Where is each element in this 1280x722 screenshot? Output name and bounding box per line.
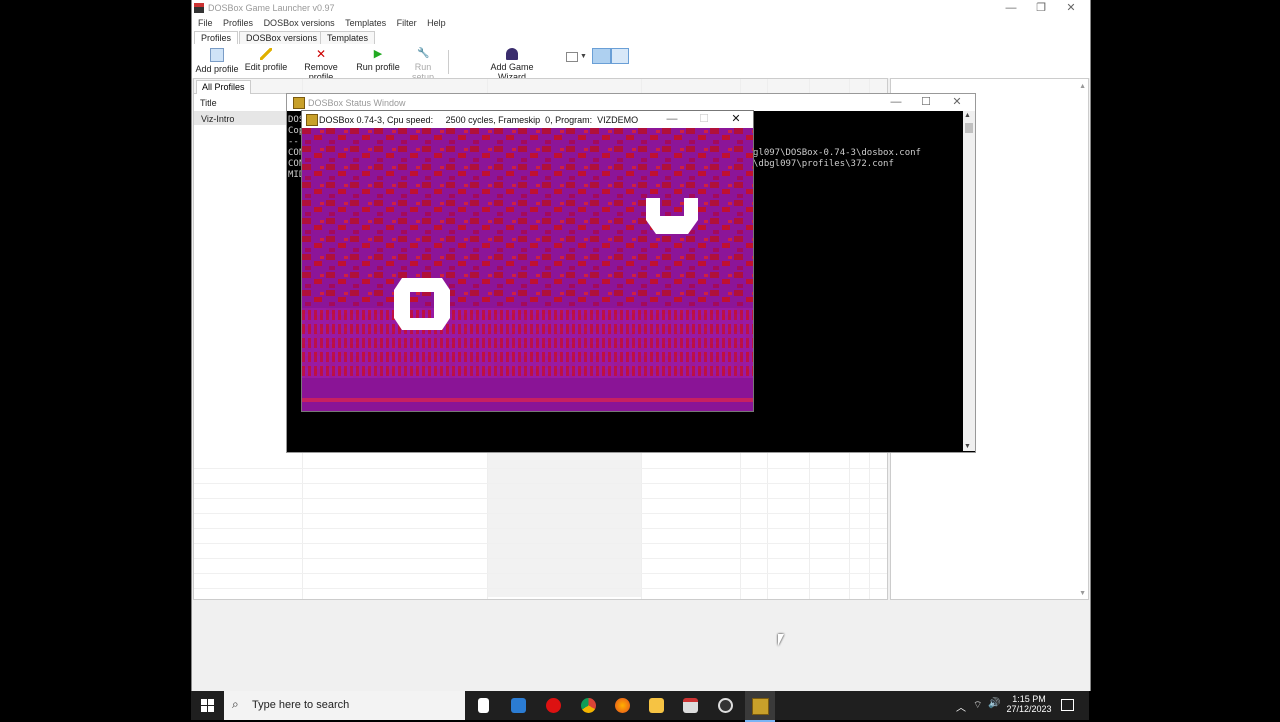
row-divider	[194, 543, 887, 544]
scroll-up-icon[interactable]: ▲	[964, 112, 971, 119]
console-conf-line-2: \dbgl097\profiles\372.conf	[753, 159, 894, 169]
scroll-thumb[interactable]	[965, 123, 973, 133]
windows-start-icon[interactable]	[201, 699, 214, 712]
row-divider	[194, 468, 887, 469]
app-icon	[194, 3, 204, 13]
store-icon[interactable]	[511, 698, 526, 713]
menu-dosbox-versions[interactable]: DOSBox versions	[264, 16, 335, 30]
tab-templates[interactable]: Templates	[320, 31, 376, 45]
launcher-title: DOSBox Game Launcher v0.97	[208, 3, 335, 13]
notifications-icon[interactable]	[1061, 699, 1074, 711]
detail-view-icon[interactable]	[611, 48, 629, 64]
game-window-title: DOSBox 0.74-3, Cpu speed: 2500 cycles, F…	[319, 115, 639, 125]
firefox-icon[interactable]	[615, 698, 630, 713]
minimize-icon[interactable]: —	[657, 111, 687, 127]
menu-help[interactable]: Help	[427, 16, 446, 30]
column-title-header[interactable]: Title	[200, 98, 217, 108]
status-window-titlebar[interactable]: DOSBox Status Window — ☐ ✕	[287, 94, 975, 111]
add-game-wizard-button[interactable]: Add Game Wizard	[476, 48, 548, 82]
folder-icon[interactable]	[649, 698, 664, 713]
menu-profiles[interactable]: Profiles	[223, 16, 253, 30]
wizard-hat-icon	[506, 48, 518, 60]
game-screen[interactable]	[302, 128, 753, 411]
chrome-icon[interactable]	[581, 698, 596, 713]
row-divider	[194, 498, 887, 499]
tab-profiles[interactable]: Profiles	[194, 31, 239, 45]
scroll-down-icon[interactable]: ▼	[964, 443, 971, 450]
opera-icon[interactable]	[546, 698, 561, 713]
remove-profile-button[interactable]: ✕ Remove profile	[292, 47, 350, 82]
add-profile-icon	[210, 48, 224, 62]
menu-templates[interactable]: Templates	[345, 16, 386, 30]
launcher-app-icon[interactable]	[683, 698, 698, 713]
edit-profile-button[interactable]: Edit profile	[244, 48, 288, 76]
pencil-icon	[260, 48, 272, 60]
status-window-title: DOSBox Status Window	[308, 98, 406, 108]
search-box[interactable]: ⌕ Type here to search	[224, 691, 465, 720]
network-icon[interactable]: ⌔	[973, 699, 982, 712]
show-hidden-icons-icon[interactable]: ︿	[956, 699, 966, 714]
dosbox-icon	[752, 698, 769, 715]
minimize-icon[interactable]: —	[881, 94, 911, 110]
obs-icon[interactable]	[718, 698, 733, 713]
close-icon[interactable]: ✕	[721, 111, 751, 127]
row-title: Viz-Intro	[201, 114, 235, 124]
menu-file[interactable]: File	[198, 16, 213, 30]
scroll-up-icon[interactable]: ▲	[1079, 83, 1086, 90]
table-row[interactable]: Viz-Intro	[194, 112, 294, 125]
mouse-cursor-icon	[778, 634, 784, 646]
close-icon[interactable]: ✕	[1056, 0, 1086, 16]
dosbox-taskbar-button[interactable]	[745, 691, 775, 722]
menu-filter[interactable]: Filter	[397, 16, 417, 30]
row-divider	[194, 528, 887, 529]
desktop: DOSBox Game Launcher v0.97 — ❐ ✕ File Pr…	[0, 0, 1280, 722]
volume-icon[interactable]: 🔊	[988, 698, 1000, 709]
maximize-icon: ☐	[699, 113, 709, 125]
chevron-down-icon[interactable]: ▼	[580, 53, 587, 60]
file-icon[interactable]	[478, 698, 489, 713]
row-divider	[194, 513, 887, 514]
game-window-titlebar[interactable]: DOSBox 0.74-3, Cpu speed: 2500 cycles, F…	[302, 111, 753, 128]
row-divider	[194, 588, 887, 589]
dosbox-game-window: DOSBox 0.74-3, Cpu speed: 2500 cycles, F…	[301, 110, 754, 412]
main-tabs: Profiles DOSBox versions Templates	[192, 30, 1090, 45]
console-scrollbar[interactable]: ▲ ▼	[963, 111, 975, 451]
tab-dosbox-versions[interactable]: DOSBox versions	[239, 31, 325, 45]
clock-time: 1:15 PM	[1012, 694, 1046, 704]
minimize-icon[interactable]: —	[996, 0, 1026, 16]
dosbox-icon	[293, 97, 305, 109]
add-profile-button[interactable]: Add profile	[195, 48, 239, 76]
filter-tabs: All Profiles	[194, 79, 887, 94]
dosbox-icon	[306, 114, 318, 126]
remove-icon: ✕	[315, 47, 327, 61]
view-mode-icon[interactable]	[566, 52, 578, 62]
list-view-icon[interactable]	[592, 48, 611, 64]
console-conf-line-1: gl097\DOSBox-0.74-3\dosbox.conf	[753, 148, 921, 158]
search-icon: ⌕	[232, 697, 239, 711]
close-icon[interactable]: ✕	[942, 94, 972, 110]
tab-all-profiles[interactable]: All Profiles	[196, 80, 251, 94]
taskbar: ⌕ Type here to search ︿ ⌔ 🔊 1:15 PM 27/1…	[191, 691, 1089, 722]
demo-graphics	[302, 128, 753, 411]
restore-icon[interactable]: ❐	[1026, 0, 1056, 16]
toolbar: Add profile Edit profile ✕ Remove profil…	[192, 44, 1090, 82]
row-divider	[194, 558, 887, 559]
row-divider	[194, 573, 887, 574]
maximize-icon[interactable]: ☐	[911, 94, 941, 110]
run-setup-button[interactable]: 🔧 Run setup	[403, 48, 443, 82]
scroll-down-icon[interactable]: ▼	[1079, 590, 1086, 597]
play-icon: ▶	[373, 48, 383, 60]
clock-date: 27/12/2023	[1006, 704, 1052, 714]
wrench-icon: 🔧	[417, 48, 430, 59]
search-placeholder: Type here to search	[252, 699, 350, 711]
menubar: File Profiles DOSBox versions Templates …	[192, 16, 1090, 30]
toolbar-separator	[448, 50, 449, 74]
launcher-titlebar[interactable]: DOSBox Game Launcher v0.97 — ❐ ✕	[192, 0, 1090, 16]
row-divider	[194, 483, 887, 484]
clock[interactable]: 1:15 PM 27/12/2023	[1005, 694, 1053, 714]
run-profile-button[interactable]: ▶ Run profile	[356, 48, 400, 76]
